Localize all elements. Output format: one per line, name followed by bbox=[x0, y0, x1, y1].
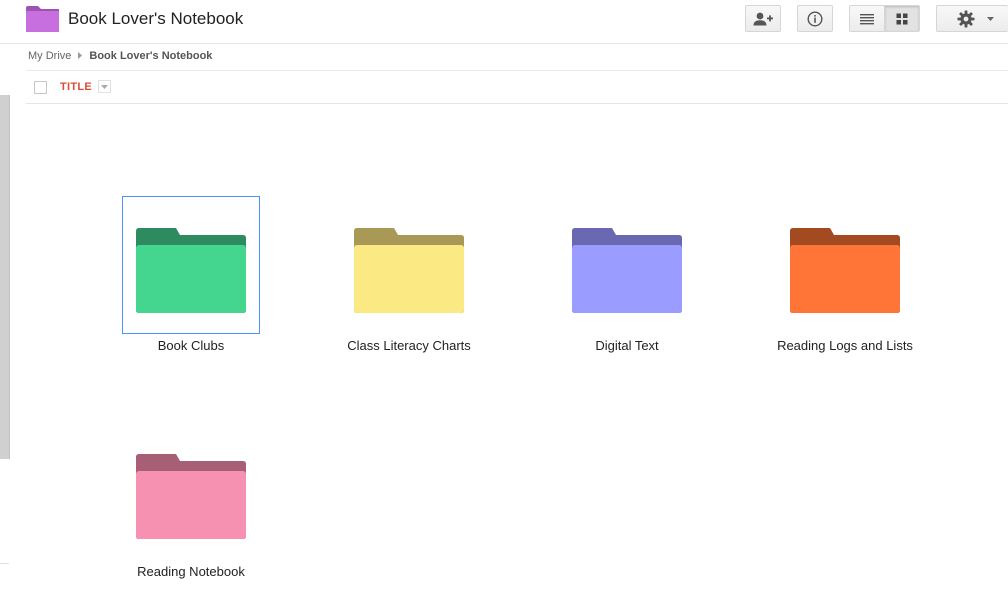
share-button[interactable] bbox=[745, 5, 781, 32]
folder-icon bbox=[790, 228, 900, 313]
breadcrumb: My Drive Book Lover's Notebook bbox=[28, 50, 212, 62]
details-button[interactable] bbox=[797, 5, 833, 32]
chevron-down-icon bbox=[987, 16, 994, 21]
folder-icon bbox=[572, 228, 682, 313]
page-title: Book Lover's Notebook bbox=[68, 9, 244, 28]
list-view-button[interactable] bbox=[849, 5, 885, 32]
folder-tile[interactable]: Reading Notebook bbox=[68, 422, 308, 592]
folder-icon bbox=[354, 228, 464, 313]
top-bar: Book Lover's Notebook bbox=[0, 0, 1008, 44]
folder-tile[interactable]: Digital Text bbox=[504, 196, 744, 366]
folder-icon bbox=[136, 228, 246, 313]
folder-name: Reading Notebook bbox=[137, 564, 245, 579]
folder-icon bbox=[26, 6, 59, 32]
column-header-row: TITLE bbox=[26, 70, 1008, 104]
folder-tile[interactable]: Class Literacy Charts bbox=[286, 196, 526, 366]
breadcrumb-my-drive[interactable]: My Drive bbox=[28, 50, 71, 62]
list-view-icon bbox=[860, 13, 874, 24]
folder-name: Reading Logs and Lists bbox=[777, 338, 913, 353]
grid-view-button[interactable] bbox=[884, 5, 920, 32]
folder-icon bbox=[136, 454, 246, 539]
divider bbox=[0, 563, 9, 564]
folder-name: Class Literacy Charts bbox=[347, 338, 471, 353]
grid-view-icon bbox=[896, 13, 908, 24]
chevron-right-icon bbox=[78, 50, 83, 62]
chevron-down-icon bbox=[101, 84, 108, 89]
breadcrumb-current-folder: Book Lover's Notebook bbox=[89, 50, 213, 62]
gear-icon bbox=[957, 10, 975, 27]
add-person-icon bbox=[753, 12, 773, 25]
folder-tile[interactable]: Book Clubs bbox=[68, 196, 308, 366]
scrollbar[interactable] bbox=[0, 95, 10, 459]
info-icon bbox=[807, 10, 823, 27]
title-column-header[interactable]: TITLE bbox=[60, 81, 92, 93]
select-all-checkbox[interactable] bbox=[34, 81, 47, 94]
sort-menu-button[interactable] bbox=[98, 80, 111, 93]
folder-name: Book Clubs bbox=[157, 338, 225, 353]
settings-button[interactable] bbox=[936, 5, 1008, 32]
folder-tile[interactable]: Reading Logs and Lists bbox=[722, 196, 962, 366]
folder-name: Digital Text bbox=[595, 338, 659, 353]
